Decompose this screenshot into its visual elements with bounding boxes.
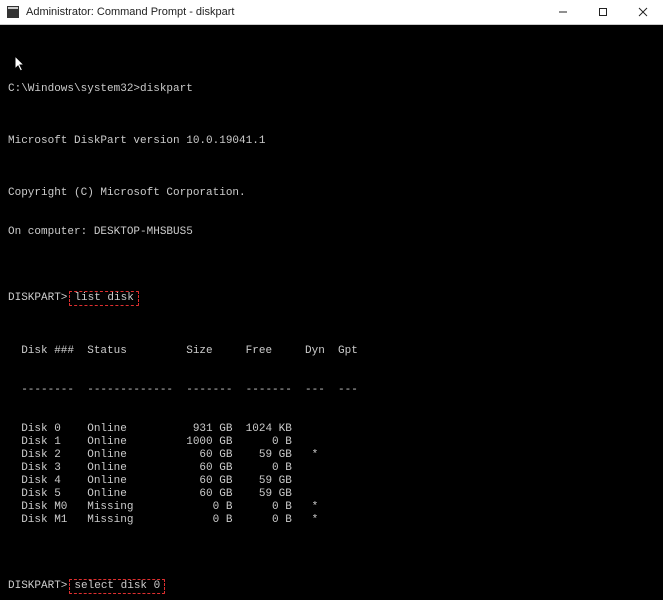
- disk-row: Disk M1 Missing 0 B 0 B *: [8, 514, 655, 527]
- minimize-button[interactable]: [543, 0, 583, 24]
- disk-divider: -------- ------------- ------- ------- -…: [8, 384, 655, 397]
- close-button[interactable]: [623, 0, 663, 24]
- title-bar: Administrator: Command Prompt - diskpart: [0, 0, 663, 25]
- disk-row: Disk 0 Online 931 GB 1024 KB: [8, 423, 655, 436]
- initial-command-line: C:\Windows\system32>diskpart: [8, 83, 655, 96]
- prompt-list-disk: DISKPART> list disk: [8, 291, 655, 306]
- copyright-line: Copyright (C) Microsoft Corporation.: [8, 187, 655, 200]
- disk-row: Disk 3 Online 60 GB 0 B: [8, 462, 655, 475]
- window-controls: [543, 0, 663, 24]
- disk-header: Disk ### Status Size Free Dyn Gpt: [8, 345, 655, 358]
- computer-line: On computer: DESKTOP-MHSBUS5: [8, 226, 655, 239]
- cmd-select-disk: select disk 0: [69, 579, 165, 594]
- window-title: Administrator: Command Prompt - diskpart: [26, 6, 234, 18]
- disk-row: Disk M0 Missing 0 B 0 B *: [8, 501, 655, 514]
- prompt-select-disk: DISKPART> select disk 0: [8, 579, 655, 594]
- version-line: Microsoft DiskPart version 10.0.19041.1: [8, 135, 655, 148]
- disk-row: Disk 5 Online 60 GB 59 GB: [8, 488, 655, 501]
- window: Administrator: Command Prompt - diskpart…: [0, 0, 663, 600]
- title-left: Administrator: Command Prompt - diskpart: [6, 5, 234, 19]
- disk-row: Disk 2 Online 60 GB 59 GB *: [8, 449, 655, 462]
- terminal[interactable]: C:\Windows\system32>diskpart Microsoft D…: [0, 25, 663, 600]
- disk-row: Disk 1 Online 1000 GB 0 B: [8, 436, 655, 449]
- mouse-cursor-icon: [14, 55, 28, 73]
- cmd-icon: [6, 5, 20, 19]
- maximize-button[interactable]: [583, 0, 623, 24]
- cmd-list-disk: list disk: [69, 291, 138, 306]
- disk-row: Disk 4 Online 60 GB 59 GB: [8, 475, 655, 488]
